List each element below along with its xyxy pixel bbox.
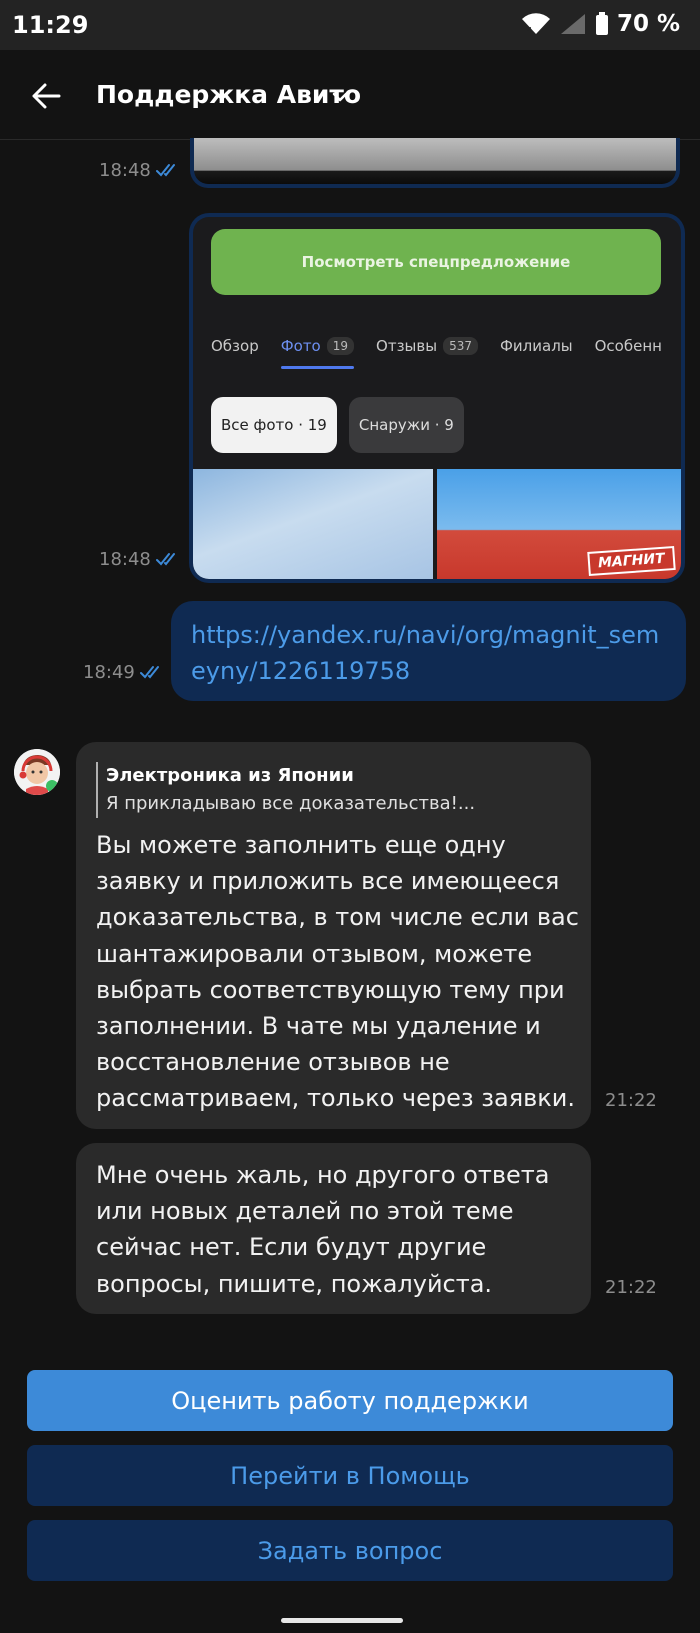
message-text: Мне очень жаль, но другого ответа или но… (96, 1161, 550, 1298)
link-message: https://yandex.ru/navi/org/magnit_semeyn… (171, 601, 686, 701)
screenshot-tab: Обзор (211, 337, 259, 355)
chat-title[interactable]: Поддержка Авито (96, 80, 361, 109)
store-sign: МАГНИТ (587, 546, 676, 576)
message-link[interactable]: https://yandex.ru/navi/org/magnit_semeyn… (191, 617, 671, 689)
arrow-left-icon (32, 83, 61, 109)
screenshot-chip: Снаружи · 9 (348, 397, 464, 453)
signal-icon (560, 14, 585, 34)
status-time: 11:29 (12, 11, 89, 39)
double-check-icon (140, 666, 159, 679)
quoted-message[interactable]: Электроника из Японии Я прикладываю все … (96, 762, 475, 818)
quote-author: Электроника из Японии (106, 765, 354, 786)
svg-text:4: 4 (527, 26, 532, 35)
message-time: 18:49 (83, 662, 135, 683)
wifi-icon: 4 (521, 13, 550, 35)
message-time: 21:22 (605, 1277, 657, 1298)
support-avatar (14, 749, 60, 795)
image-message-1[interactable] (190, 138, 680, 188)
image-message-2[interactable]: Посмотреть спецпредложение Обзор Фото 19 … (189, 213, 685, 583)
rate-support-button[interactable]: Оценить работу поддержки (27, 1370, 673, 1431)
screenshot-tab: Особенн (594, 337, 662, 355)
message-time: 18:48 (99, 549, 151, 570)
screenshot-chips: Все фото · 19 Снаружи · 9 (211, 397, 464, 453)
app-header: Поддержка Авито (0, 50, 700, 140)
back-button[interactable] (26, 76, 66, 116)
screenshot-tab: Филиалы (500, 337, 573, 355)
attached-image-1[interactable] (194, 138, 676, 184)
battery-percent: 70 % (616, 11, 680, 37)
support-agent-icon (14, 749, 60, 795)
screenshot-chip: Все фото · 19 (211, 397, 337, 453)
double-check-icon (156, 164, 175, 177)
home-indicator[interactable] (281, 1618, 403, 1623)
screenshot-tabs: Обзор Фото 19 Отзывы 537 Филиалы Особенн (211, 337, 662, 369)
message-text: Вы можете заполнить еще одну заявку и пр… (96, 831, 579, 1113)
double-check-icon (156, 553, 175, 566)
message-time: 21:22 (605, 1090, 657, 1111)
incoming-message: Мне очень жаль, но другого ответа или но… (76, 1143, 591, 1314)
screenshot-tab-active: Фото 19 (280, 337, 355, 369)
ask-question-button[interactable]: Задать вопрос (27, 1520, 673, 1581)
screenshot-promo-button: Посмотреть спецпредложение (211, 229, 661, 295)
status-bar: 11:29 4 70 % (0, 0, 700, 50)
battery-icon (595, 12, 608, 35)
message-time: 18:48 (99, 160, 151, 181)
quote-text: Я прикладываю все доказательства!... (106, 793, 476, 814)
go-to-help-button[interactable]: Перейти в Помощь (27, 1445, 673, 1506)
attached-image-2[interactable]: Посмотреть спецпредложение Обзор Фото 19 … (193, 217, 681, 579)
status-icons: 4 70 % (521, 11, 680, 37)
screenshot-photo-sky (193, 469, 433, 579)
chevron-down-icon[interactable] (330, 87, 350, 107)
screenshot-tab: Отзывы 537 (376, 337, 478, 355)
incoming-message: Электроника из Японии Я прикладываю все … (76, 742, 591, 1129)
screenshot-photo-store: МАГНИТ (437, 469, 681, 579)
